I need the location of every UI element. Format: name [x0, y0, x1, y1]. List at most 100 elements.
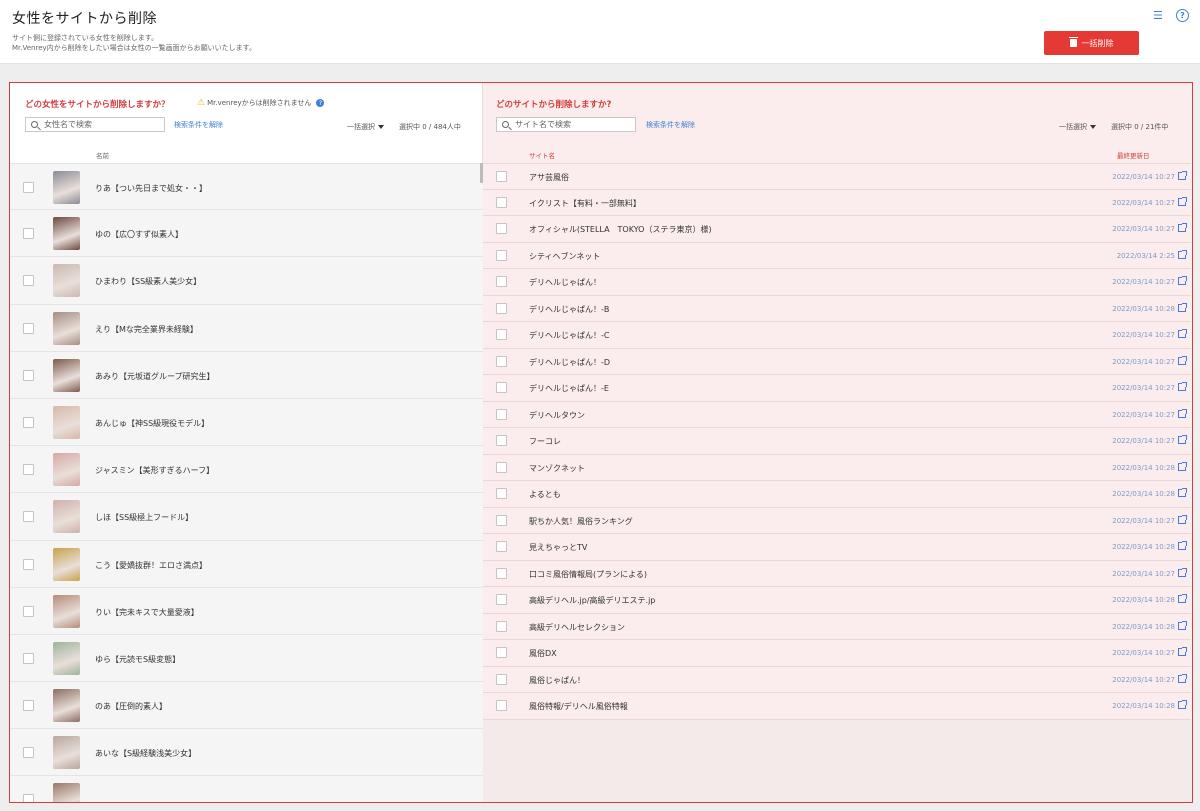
site-checkbox[interactable]	[496, 382, 507, 393]
girl-checkbox[interactable]	[23, 369, 34, 381]
list-icon[interactable]: ☰	[1153, 9, 1163, 22]
external-link-icon[interactable]	[1178, 488, 1187, 497]
site-checkbox[interactable]	[496, 276, 507, 287]
site-row[interactable]: 風俗特報/デリヘル風俗特報 2022/03/14 10:28	[483, 693, 1191, 720]
girl-checkbox[interactable]	[23, 228, 34, 240]
site-row[interactable]: アサ芸風俗 2022/03/14 10:27	[483, 163, 1191, 190]
site-row[interactable]: デリヘルじゃぱん！ 2022/03/14 10:27	[483, 269, 1191, 296]
site-checkbox[interactable]	[496, 302, 507, 314]
external-link-icon[interactable]	[1178, 249, 1187, 259]
external-link-icon[interactable]	[1178, 620, 1187, 630]
site-row[interactable]: デリヘルじゃぱん！-D 2022/03/14 10:27	[483, 348, 1191, 375]
external-link-icon[interactable]	[1178, 355, 1187, 365]
site-checkbox[interactable]	[496, 355, 507, 367]
girl-checkbox[interactable]	[23, 511, 34, 523]
site-bulk-select[interactable]: 一括選択	[1059, 122, 1096, 132]
site-row[interactable]: 風俗じゃぱん！ 2022/03/14 10:27	[483, 666, 1191, 693]
site-row[interactable]: 高級デリヘル.jp/高級デリエステ.jp 2022/03/14 10:28	[483, 587, 1191, 614]
site-checkbox[interactable]	[496, 171, 507, 182]
site-row[interactable]: フーコレ 2022/03/14 10:27	[483, 428, 1191, 455]
external-link-icon[interactable]	[1178, 594, 1187, 603]
site-row[interactable]: イクリスト【有料・一部無料】 2022/03/14 10:27	[483, 189, 1191, 216]
girl-checkbox[interactable]	[23, 182, 34, 193]
site-row[interactable]: 駅ちか人気！風俗ランキング 2022/03/14 10:27	[483, 507, 1191, 534]
girl-row[interactable]: りあ【つい先日まで処女・・】	[10, 163, 483, 211]
external-link-icon[interactable]	[1178, 382, 1187, 391]
site-row[interactable]: オフィシャル(STELLA TOKYO（ステラ東京）様) 2022/03/14 1…	[483, 216, 1191, 243]
girl-row[interactable]: ゆの【広〇すず似素人】	[10, 210, 483, 258]
site-checkbox[interactable]	[496, 620, 507, 632]
girl-row[interactable]: しほ【SS級極上フードル】	[10, 493, 483, 541]
site-checkbox[interactable]	[496, 567, 507, 579]
site-row[interactable]: シティヘブンネット 2022/03/14 2:25	[483, 242, 1191, 269]
site-row[interactable]: 高級デリヘルセレクション 2022/03/14 10:28	[483, 613, 1191, 640]
site-checkbox[interactable]	[496, 488, 507, 499]
site-checkbox[interactable]	[496, 673, 507, 685]
external-link-icon[interactable]	[1178, 408, 1187, 418]
site-row[interactable]: デリヘルじゃぱん！-C 2022/03/14 10:27	[483, 322, 1191, 349]
external-link-icon[interactable]	[1178, 647, 1187, 656]
girl-checkbox[interactable]	[23, 416, 34, 428]
girl-row[interactable]: のあ【圧倒的素人】	[10, 682, 483, 730]
external-link-icon[interactable]	[1178, 461, 1187, 471]
girl-row[interactable]: あみり【元坂道グループ研究生】	[10, 351, 483, 399]
external-link-icon[interactable]	[1178, 276, 1187, 285]
site-checkbox[interactable]	[496, 408, 507, 420]
site-row[interactable]: 見えちゃっとTV 2022/03/14 10:28	[483, 534, 1191, 561]
external-link-icon[interactable]	[1178, 673, 1187, 683]
site-checkbox[interactable]	[496, 700, 507, 711]
site-checkbox[interactable]	[496, 435, 507, 446]
external-link-icon[interactable]	[1178, 435, 1187, 444]
external-link-icon[interactable]	[1178, 700, 1187, 709]
site-checkbox[interactable]	[496, 594, 507, 605]
site-clear-filter-link[interactable]: 検索条件を解除	[646, 120, 695, 130]
site-checkbox[interactable]	[496, 541, 507, 552]
external-link-icon[interactable]	[1178, 302, 1187, 312]
help-icon[interactable]: ?	[1176, 9, 1189, 22]
girl-row[interactable]: りい【完未キスで大量愛液】	[10, 587, 483, 635]
site-checkbox[interactable]	[496, 249, 507, 261]
external-link-icon[interactable]	[1178, 171, 1187, 180]
girl-checkbox[interactable]	[23, 700, 34, 712]
girl-row[interactable]: えり【Mな完全業界未経験】	[10, 304, 483, 352]
girl-row[interactable]: あんじゅ【神SS級現役モデル】	[10, 398, 483, 447]
bulk-delete-button[interactable]: 一括削除	[1044, 31, 1139, 55]
site-checkbox[interactable]	[496, 514, 507, 526]
girl-row[interactable]: あいな【S級経験浅美少女】	[10, 729, 483, 777]
site-row[interactable]: デリヘルタウン 2022/03/14 10:27	[483, 401, 1191, 428]
girl-checkbox[interactable]	[23, 794, 34, 802]
site-row[interactable]: 口コミ風俗情報局(プランによる) 2022/03/14 10:27	[483, 560, 1191, 587]
girl-checkbox[interactable]	[23, 605, 34, 617]
site-search-input[interactable]	[515, 120, 625, 129]
site-checkbox[interactable]	[496, 329, 507, 340]
site-row[interactable]: デリヘルじゃぱん！-B 2022/03/14 10:28	[483, 295, 1191, 322]
site-checkbox[interactable]	[496, 196, 507, 208]
site-row[interactable]: 風俗DX 2022/03/14 10:27	[483, 640, 1191, 667]
girl-row[interactable]: ジャスミン【美形すぎるハーフ】	[10, 446, 483, 494]
girl-checkbox[interactable]	[23, 652, 34, 664]
girl-checkbox[interactable]	[23, 747, 34, 759]
site-row[interactable]: デリヘルじゃぱん！-E 2022/03/14 10:27	[483, 375, 1191, 402]
site-search-box[interactable]	[496, 117, 636, 132]
girl-checkbox[interactable]	[23, 558, 34, 570]
girl-search-box[interactable]	[25, 117, 165, 132]
girl-row[interactable]: ゆら【元読モS級変態】	[10, 634, 483, 683]
girl-bulk-select[interactable]: 一括選択	[347, 122, 384, 132]
girl-clear-filter-link[interactable]: 検索条件を解除	[174, 120, 223, 130]
info-icon[interactable]: ?	[316, 99, 325, 107]
external-link-icon[interactable]	[1178, 329, 1187, 338]
external-link-icon[interactable]	[1178, 514, 1187, 524]
external-link-icon[interactable]	[1178, 223, 1187, 232]
site-checkbox[interactable]	[496, 647, 507, 658]
girl-row[interactable]	[10, 776, 483, 802]
girl-checkbox[interactable]	[23, 464, 34, 476]
girl-checkbox[interactable]	[23, 275, 34, 287]
girl-row[interactable]: こう【愛嬌抜群！エロさ満点】	[10, 540, 483, 588]
girl-search-input[interactable]	[44, 120, 154, 129]
girl-row[interactable]: ひまわり【SS級素人美少女】	[10, 257, 483, 305]
site-checkbox[interactable]	[496, 223, 507, 234]
site-checkbox[interactable]	[496, 461, 507, 473]
site-row[interactable]: よるとも 2022/03/14 10:28	[483, 481, 1191, 508]
external-link-icon[interactable]	[1178, 541, 1187, 550]
external-link-icon[interactable]	[1178, 196, 1187, 206]
